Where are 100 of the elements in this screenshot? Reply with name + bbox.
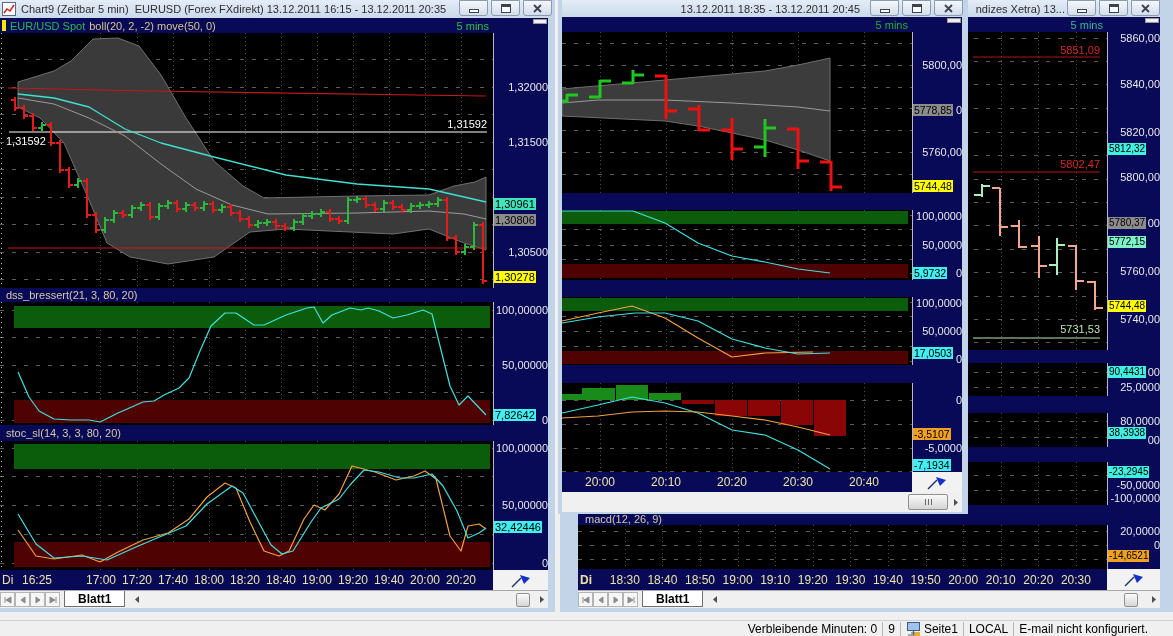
- sheet-tab[interactable]: Blatt1: [642, 591, 704, 607]
- price-bar: [190, 201, 200, 212]
- price-bar: [172, 199, 182, 213]
- value-tag: 7,82642: [494, 409, 536, 421]
- minimize-button[interactable]: [1067, 0, 1096, 16]
- time-label: 18:40: [266, 573, 298, 587]
- indicator-title: dss_bressert(21, 3, 80, 20): [6, 289, 138, 301]
- first-sheet-button[interactable]: [0, 592, 15, 607]
- scroll-right-icon[interactable]: [1152, 596, 1156, 603]
- axis-label: 5860,00: [1120, 32, 1160, 44]
- value-tag: -23,2945: [1108, 466, 1150, 478]
- price-bar: [818, 159, 844, 193]
- close-button[interactable]: [523, 0, 552, 16]
- chart-icon: [2, 2, 16, 16]
- value-tag: 5744,48: [913, 180, 953, 192]
- interval-text: 5 mins: [456, 19, 489, 32]
- panel-handle[interactable]: [947, 18, 961, 23]
- panel-handle[interactable]: [533, 19, 547, 24]
- scroll-left-icon[interactable]: [713, 596, 718, 603]
- window-title: Chart9 (Zeitbar 5 min) EURUSD (Forex FXdirekt) 13.12.2011 16:15 - 13.12.2011 20:35: [21, 2, 447, 16]
- time-label: 20:00: [584, 475, 616, 489]
- time-label: 19:50: [909, 572, 942, 587]
- value-tag: 90,4431: [1108, 366, 1147, 378]
- sheet-tab[interactable]: Blatt1: [64, 591, 126, 607]
- maximize-button[interactable]: [902, 0, 931, 16]
- window-title: 13.12.2011 18:35 - 13.12.2011 20:45: [680, 1, 860, 16]
- skip-left-icon: [581, 595, 590, 604]
- level-label: 5802,47: [1060, 158, 1100, 170]
- axis-label: 5740,00: [1120, 313, 1160, 325]
- price-bar: [1030, 235, 1048, 279]
- axis-label: 0: [1153, 539, 1160, 551]
- next-sheet-button[interactable]: [30, 592, 45, 607]
- price-bar: [10, 96, 20, 112]
- scroll-left-icon[interactable]: [135, 596, 140, 603]
- flag-icon[interactable]: [927, 474, 947, 490]
- time-label: 17:00: [86, 573, 118, 587]
- skip-right-icon: [48, 595, 57, 604]
- minimize-button[interactable]: [459, 0, 488, 16]
- previous-sheet-button[interactable]: [593, 592, 608, 607]
- axis-label: 0: [541, 557, 548, 569]
- interval-text: 5 mins: [1070, 18, 1103, 31]
- maximize-button[interactable]: [1099, 0, 1128, 16]
- axis-label: 50,00000: [502, 359, 548, 371]
- scroll-right-icon[interactable]: [540, 596, 544, 603]
- axis-label: 1,32000: [508, 81, 548, 93]
- axis-label: 0: [955, 104, 962, 116]
- axis-label: -5,0000: [924, 442, 962, 454]
- time-label: 19:20: [796, 572, 829, 587]
- axis-label: 5800,00: [1120, 171, 1160, 183]
- value-tag: 17,0503: [913, 347, 953, 359]
- price-bar: [271, 218, 281, 230]
- first-sheet-button[interactable]: [578, 592, 593, 607]
- price-bar: [235, 209, 245, 223]
- previous-sheet-button[interactable]: [15, 592, 30, 607]
- axis-label: 0: [955, 267, 962, 279]
- time-label: 18:20: [230, 573, 262, 587]
- last-sheet-button[interactable]: [45, 592, 60, 607]
- scroll-right-icon[interactable]: [954, 498, 958, 506]
- scrollbar-thumb[interactable]: [516, 592, 530, 607]
- time-label: 17:40: [158, 573, 190, 587]
- price-bar: [406, 202, 416, 214]
- price-bar: [719, 116, 745, 162]
- computer-icon: [905, 621, 921, 636]
- value-tag: 5778,85: [913, 104, 953, 116]
- status-text: Seite1: [923, 621, 958, 636]
- axis-label: 0: [955, 353, 962, 365]
- axis-label: 0: [955, 394, 962, 406]
- axis-label: 1,31500: [508, 136, 548, 148]
- price-bar: [199, 200, 209, 212]
- close-button[interactable]: [1131, 0, 1160, 16]
- minimize-icon: [1076, 8, 1087, 13]
- legend-text: boll(20, 2, -2) move(50, 0): [89, 19, 216, 32]
- time-label: 20:10: [984, 572, 1017, 587]
- axis-label: 100,0000: [916, 297, 962, 309]
- axis-label: 00: [1147, 434, 1160, 446]
- close-icon: [944, 3, 953, 13]
- price-bar: [653, 73, 679, 121]
- maximize-button[interactable]: [491, 0, 520, 16]
- price-bar: [307, 210, 317, 220]
- time-label: 16:25: [22, 573, 54, 587]
- last-sheet-button[interactable]: [623, 592, 638, 607]
- flag-icon[interactable]: [510, 572, 531, 588]
- level-label: 5851,09: [1060, 44, 1100, 56]
- price-bar: [1048, 237, 1066, 276]
- level-label: 1,31592: [447, 118, 487, 130]
- value-tag: 5780,37: [1108, 217, 1147, 229]
- close-button[interactable]: [934, 0, 963, 16]
- time-label: 20:00: [410, 573, 442, 587]
- time-label: 19:20: [338, 573, 370, 587]
- scrollbar-thumb[interactable]: [908, 494, 948, 510]
- status-text: LOCAL: [968, 621, 1009, 636]
- time-label: 20:00: [947, 572, 980, 587]
- minimize-icon: [879, 8, 890, 13]
- minimize-button[interactable]: [870, 0, 899, 16]
- next-sheet-button[interactable]: [608, 592, 623, 607]
- flag-icon[interactable]: [1123, 572, 1144, 587]
- price-bar: [262, 218, 272, 227]
- scrollbar-thumb[interactable]: [1124, 592, 1138, 607]
- panel-handle[interactable]: [1145, 18, 1159, 23]
- axis-label: 5760,00: [1120, 265, 1160, 277]
